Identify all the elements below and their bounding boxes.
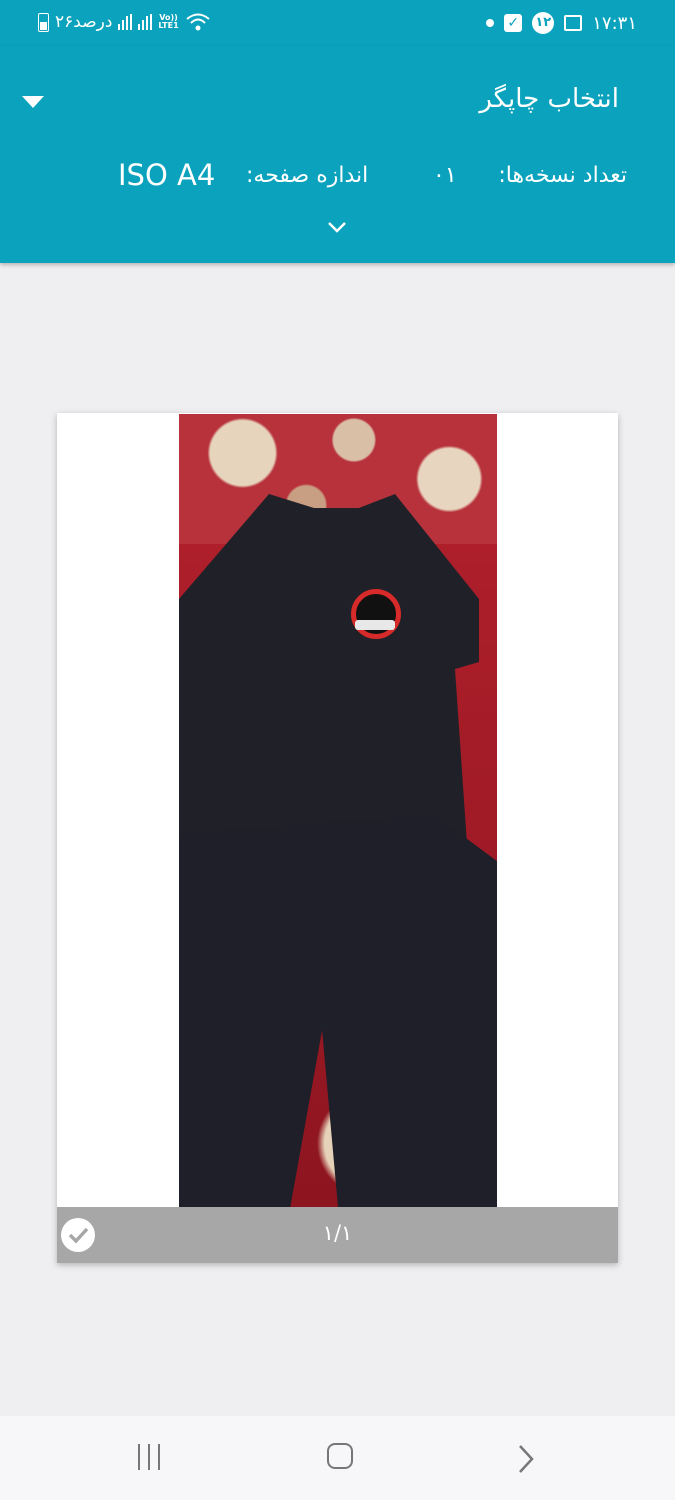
image-notification-icon	[564, 15, 583, 31]
black-pants	[179, 814, 497, 1207]
volte-indicator: Vo)) LTE1	[158, 14, 178, 30]
uniform-photo	[179, 414, 497, 1207]
notification-count-badge: ۱۲	[532, 12, 555, 34]
back-button[interactable]	[516, 1444, 536, 1474]
paper-size-value: ISO A4	[118, 158, 216, 192]
status-left: ۲۶درصد Vo)) LTE1	[38, 12, 211, 32]
wifi-icon	[186, 13, 210, 31]
printer-dropdown-icon[interactable]	[22, 96, 44, 108]
page-footer: ۱/۱	[57, 1207, 618, 1263]
black-shirt	[179, 494, 479, 844]
print-options-header: انتخاب چاپگر تعداد نسخه‌ها: ۰۱ اندازه صف…	[0, 46, 675, 263]
signal-icon-2	[138, 14, 153, 30]
network-text: LTE1	[158, 21, 179, 30]
emblem-banner	[355, 620, 395, 630]
battery-text: ۲۶درصد	[55, 12, 113, 32]
emblem-logo	[351, 589, 401, 639]
copies-label: تعداد نسخه‌ها:	[498, 163, 627, 188]
page-number: ۱/۱	[322, 1221, 353, 1245]
paper-size-label: اندازه صفحه:	[246, 163, 369, 188]
copies-value: ۰۱	[433, 163, 457, 188]
clock: ۱۷:۳۱	[592, 12, 637, 34]
recent-apps-button[interactable]	[138, 1444, 160, 1470]
navigation-bar	[0, 1416, 675, 1500]
page-preview[interactable]: ۱/۱	[57, 413, 618, 1263]
expand-options-icon[interactable]	[327, 220, 347, 234]
notification-dot-icon	[486, 19, 495, 27]
signal-icon	[118, 14, 133, 30]
home-button[interactable]	[327, 1443, 353, 1469]
printer-selector-label[interactable]: انتخاب چاپگر	[479, 84, 619, 114]
status-right: ✓ ۱۲ ۱۷:۳۱	[486, 12, 637, 34]
status-bar: ۲۶درصد Vo)) LTE1 ✓ ۱۲ ۱۷:۳۱	[0, 0, 675, 46]
battery-icon	[38, 12, 49, 32]
checkbox-notification-icon: ✓	[504, 14, 523, 32]
